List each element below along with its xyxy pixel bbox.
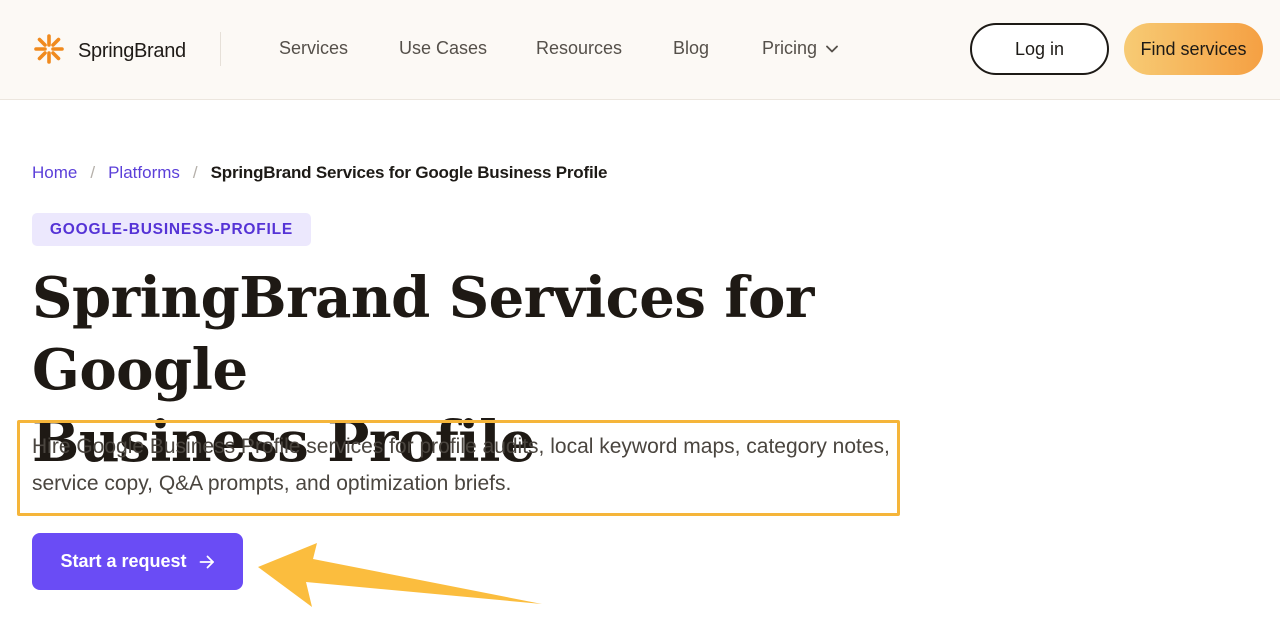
chevron-down-icon [826,45,838,52]
platform-tag: GOOGLE-BUSINESS-PROFILE [32,213,311,246]
page-description: Hire Google Business Profile services fo… [32,435,890,495]
breadcrumb-platforms[interactable]: Platforms [108,163,180,183]
brand-logo[interactable]: SpringBrand [33,33,186,70]
breadcrumb-separator: / [192,163,198,182]
nav-resources[interactable]: Resources [536,38,622,59]
breadcrumb-current: SpringBrand Services for Google Business… [210,163,608,182]
breadcrumb: Home / Platforms / SpringBrand Services … [32,163,607,183]
nav-services[interactable]: Services [279,38,348,59]
page-title-line-1: SpringBrand Services for Google [32,265,814,403]
arrow-right-icon [199,555,214,568]
nav-blog[interactable]: Blog [673,38,709,59]
find-services-button[interactable]: Find services [1124,23,1263,75]
header-divider [220,32,221,66]
login-button[interactable]: Log in [970,23,1109,75]
brand-name: SpringBrand [78,40,186,62]
nav-use-cases[interactable]: Use Cases [399,38,487,59]
site-header: SpringBrand Services Use Cases Resources… [0,0,1280,100]
start-request-button[interactable]: Start a request [32,533,243,590]
nav-pricing[interactable]: Pricing [762,38,838,59]
springbrand-logo-icon [33,33,65,70]
breadcrumb-separator: / [90,163,96,182]
breadcrumb-home[interactable]: Home [32,163,77,183]
start-request-label: Start a request [60,551,187,571]
annotation-arrow-icon [258,543,542,607]
nav-pricing-label: Pricing [762,38,818,58]
